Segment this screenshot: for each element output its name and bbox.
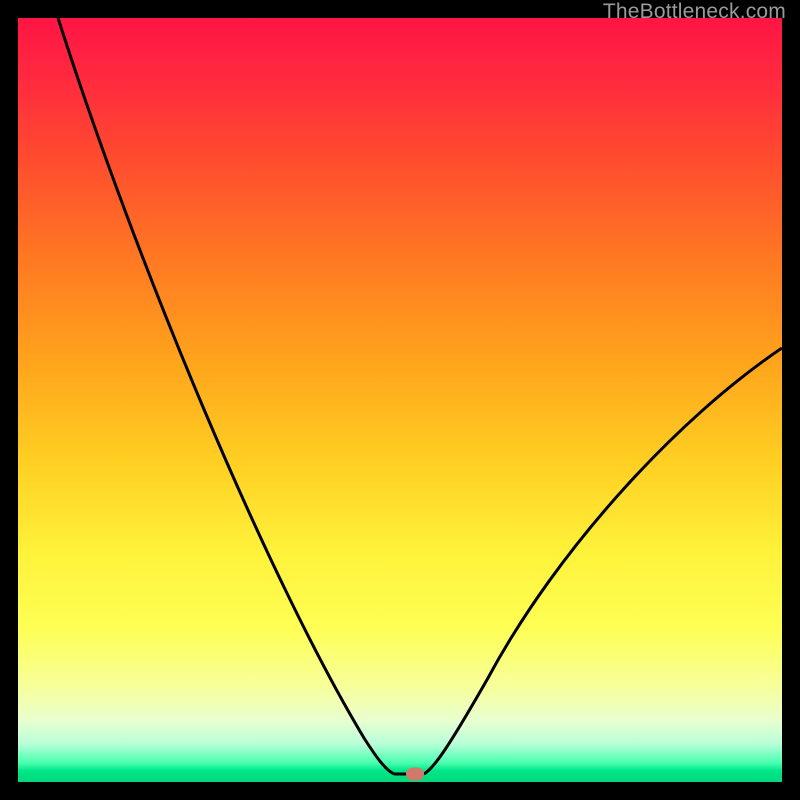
plot-area — [18, 18, 782, 782]
optimal-point-marker — [406, 768, 424, 781]
curve-left-branch — [58, 18, 394, 774]
curve-right-branch — [424, 348, 782, 774]
attribution-watermark: TheBottleneck.com — [603, 0, 786, 24]
chart-frame: TheBottleneck.com — [0, 0, 800, 800]
bottleneck-curve — [18, 18, 782, 782]
